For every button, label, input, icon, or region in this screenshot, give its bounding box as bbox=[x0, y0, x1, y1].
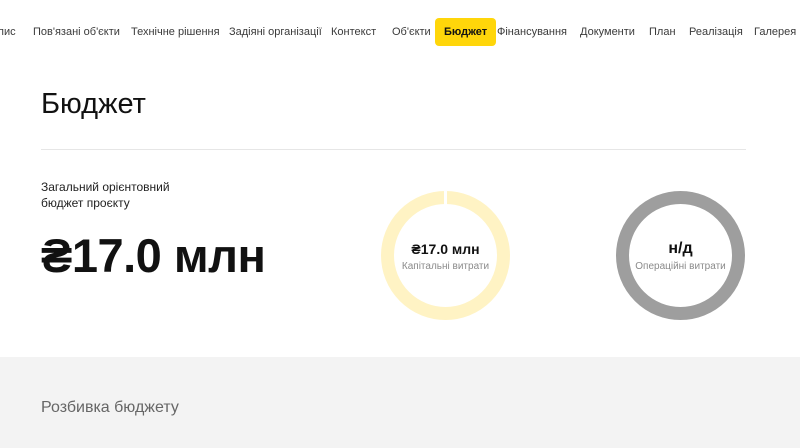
operational-expenses-donut: н/д Операційні витрати bbox=[615, 190, 746, 321]
capital-expenses-label: Капітальні витрати bbox=[401, 261, 490, 272]
nav-item-objects[interactable]: Об'єкти bbox=[392, 18, 431, 46]
page-title: Бюджет bbox=[41, 88, 146, 120]
divider bbox=[41, 149, 746, 150]
nav-item-description[interactable]: пис bbox=[0, 18, 16, 46]
nav-item-gallery[interactable]: Галерея bbox=[754, 18, 796, 46]
nav-item-budget[interactable]: Бюджет bbox=[435, 18, 497, 46]
capital-expenses-value: ₴17.0 млн bbox=[411, 241, 480, 257]
nav-item-technical-solution[interactable]: Технічне рішення bbox=[131, 18, 220, 46]
nav-item-implementation[interactable]: Реалізація bbox=[689, 18, 743, 46]
nav-item-context[interactable]: Контекст bbox=[331, 18, 376, 46]
nav-item-related-objects[interactable]: Пов'язані об'єкти bbox=[33, 18, 120, 46]
total-budget-value: ₴17.0 млн bbox=[41, 229, 266, 282]
operational-expenses-value: н/д bbox=[668, 240, 693, 257]
budget-breakdown-title: Розбивка бюджету bbox=[41, 399, 179, 416]
operational-expenses-label: Операційні витрати bbox=[635, 261, 726, 272]
capital-expenses-donut: ₴17.0 млн Капітальні витрати bbox=[380, 190, 511, 321]
nav-item-financing[interactable]: Фінансування bbox=[497, 18, 567, 46]
total-budget-label: Загальний орієнтовний бюджет проєкту bbox=[41, 180, 170, 210]
nav-item-organizations[interactable]: Задіяні організації bbox=[229, 18, 322, 46]
budget-breakdown-section: Розбивка бюджету bbox=[0, 357, 800, 448]
nav-item-plan[interactable]: План bbox=[649, 18, 676, 46]
capital-ring-gap bbox=[444, 190, 447, 206]
nav-item-documents[interactable]: Документи bbox=[580, 18, 635, 46]
section-nav: пис Пов'язані об'єкти Технічне рішення З… bbox=[0, 18, 800, 46]
